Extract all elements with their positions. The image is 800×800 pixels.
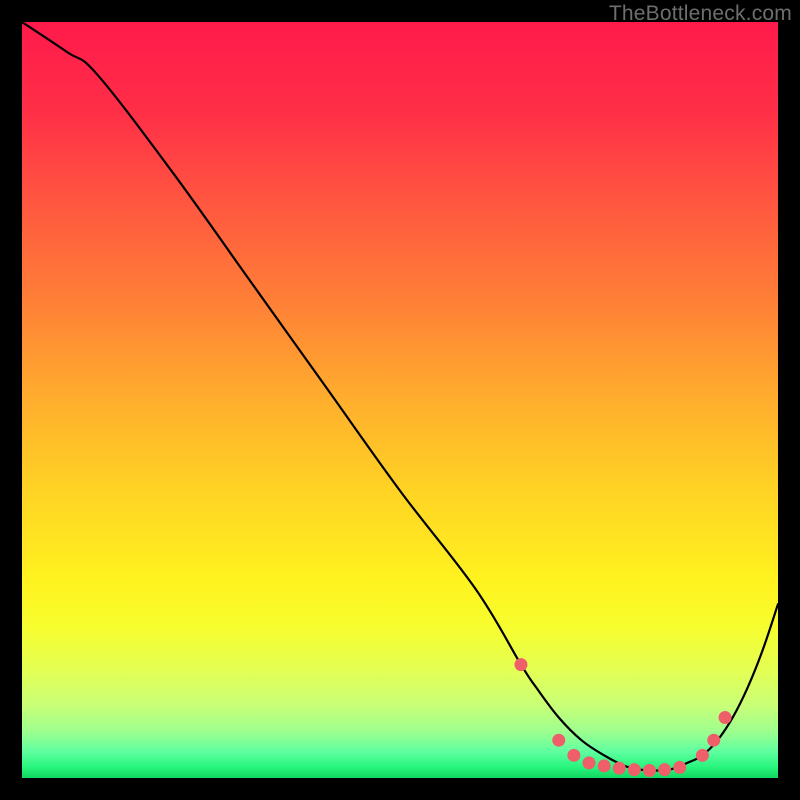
data-point <box>707 734 720 747</box>
data-point <box>643 764 656 777</box>
data-point <box>583 756 596 769</box>
data-point <box>658 763 671 776</box>
gradient-background <box>22 22 778 778</box>
data-point <box>673 761 686 774</box>
plot-area <box>22 22 778 778</box>
chart-svg <box>22 22 778 778</box>
data-point <box>552 734 565 747</box>
data-point <box>696 749 709 762</box>
data-point <box>613 762 626 775</box>
data-point <box>719 711 732 724</box>
data-point <box>628 763 641 776</box>
data-point <box>567 749 580 762</box>
chart-stage: TheBottleneck.com <box>0 0 800 800</box>
watermark-text: TheBottleneck.com <box>609 2 792 26</box>
data-point <box>598 759 611 772</box>
data-point <box>514 658 527 671</box>
